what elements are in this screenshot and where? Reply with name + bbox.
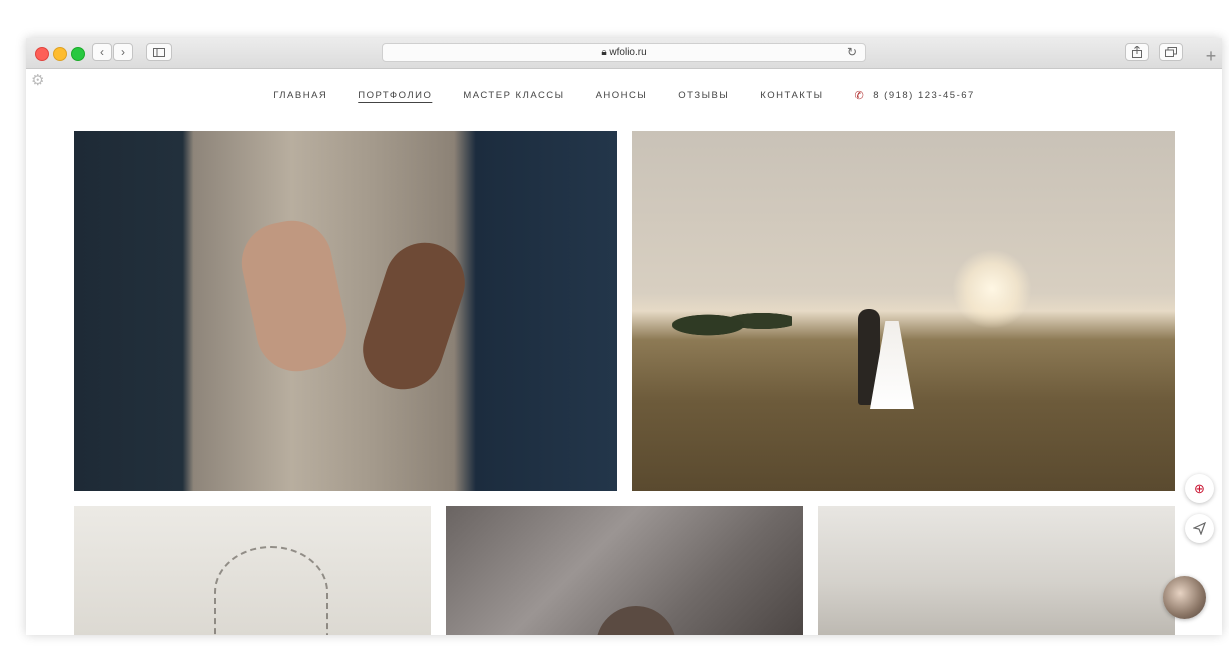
plus-icon[interactable]: + bbox=[1200, 44, 1222, 68]
chevron-right-icon: › bbox=[121, 45, 125, 59]
nav-item-announcements[interactable]: АНОНСЫ bbox=[596, 90, 648, 101]
phone-link[interactable]: ✆ 8 (918) 123-45-67 bbox=[855, 89, 975, 102]
browser-window: ‹ › 🔒︎ wfolio.ru ↻ + ⚙ ГЛАВНАЯ ПОРТФОЛИО… bbox=[26, 38, 1222, 635]
chevron-left-icon: ‹ bbox=[100, 45, 104, 59]
gallery-photo[interactable] bbox=[74, 131, 617, 491]
portrait-hair bbox=[596, 606, 676, 635]
tabs-button[interactable] bbox=[1159, 43, 1183, 61]
gallery-photo[interactable] bbox=[632, 131, 1175, 491]
tabs-icon bbox=[1165, 47, 1177, 57]
language-button[interactable]: ⊕ bbox=[1185, 474, 1214, 503]
share-icon bbox=[1132, 46, 1142, 58]
reload-icon[interactable]: ↻ bbox=[847, 45, 857, 59]
forward-button[interactable]: › bbox=[113, 43, 133, 61]
share-button[interactable] bbox=[1125, 43, 1149, 61]
trees bbox=[672, 301, 792, 341]
message-button[interactable] bbox=[1185, 514, 1214, 543]
gallery-photo[interactable] bbox=[818, 506, 1175, 635]
nav-item-portfolio[interactable]: ПОРТФОЛИО bbox=[358, 90, 432, 101]
hand-shape bbox=[234, 213, 354, 379]
nav-item-master-classes[interactable]: МАСТЕР КЛАССЫ bbox=[463, 90, 564, 101]
bare-tree bbox=[214, 546, 328, 635]
maximize-window-button[interactable] bbox=[71, 47, 85, 61]
url-text: 🔒︎ wfolio.ru bbox=[601, 47, 647, 58]
uk-flag-icon: ⊕ bbox=[1194, 480, 1205, 496]
sun-glow bbox=[952, 249, 1032, 329]
main-navigation: ГЛАВНАЯ ПОРТФОЛИО МАСТЕР КЛАССЫ АНОНСЫ О… bbox=[26, 86, 1222, 104]
minimize-window-button[interactable] bbox=[53, 47, 67, 61]
back-button[interactable]: ‹ bbox=[92, 43, 112, 61]
nav-item-home[interactable]: ГЛАВНАЯ bbox=[273, 90, 327, 101]
hand-shape bbox=[352, 232, 476, 400]
gallery-photo[interactable] bbox=[74, 506, 431, 635]
avatar[interactable] bbox=[1163, 576, 1206, 619]
sidebar-icon bbox=[153, 47, 165, 57]
address-bar[interactable]: 🔒︎ wfolio.ru ↻ bbox=[382, 43, 866, 62]
wedding-couple bbox=[850, 301, 920, 411]
phone-icon: ✆ bbox=[854, 89, 866, 102]
gallery-photo[interactable] bbox=[446, 506, 803, 635]
paper-plane-icon bbox=[1193, 522, 1206, 535]
browser-toolbar: ‹ › 🔒︎ wfolio.ru ↻ + bbox=[26, 38, 1222, 69]
nav-item-reviews[interactable]: ОТЗЫВЫ bbox=[678, 90, 729, 101]
close-window-button[interactable] bbox=[35, 47, 49, 61]
phone-number: 8 (918) 123-45-67 bbox=[873, 89, 975, 101]
nav-item-contacts[interactable]: КОНТАКТЫ bbox=[760, 90, 823, 101]
sidebar-toggle-button[interactable] bbox=[146, 43, 172, 61]
